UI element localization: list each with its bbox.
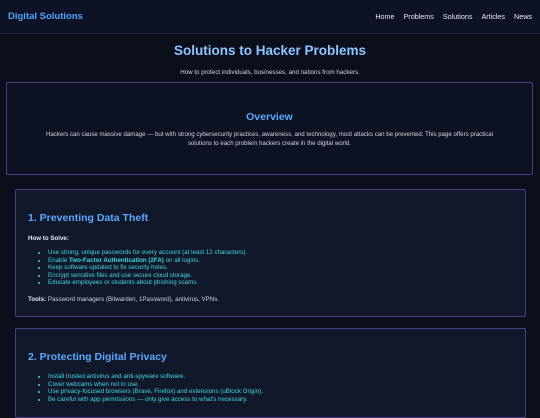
list-item: Educate employees or students about phis… bbox=[48, 279, 513, 287]
twofa-emphasis: Two-Factor Authentication (2FA) bbox=[69, 256, 164, 264]
section-card-data-theft: 1. Preventing Data Theft How to Solve: U… bbox=[15, 189, 526, 317]
overview-text: Hackers can cause massive damage — but w… bbox=[45, 131, 494, 147]
nav-link-problems[interactable]: Problems bbox=[404, 12, 434, 21]
list-item: Use strong, unique passwords for every a… bbox=[48, 249, 513, 257]
overview-heading: Overview bbox=[246, 111, 293, 123]
list-item: Cover webcams when not in use. bbox=[48, 381, 513, 389]
tools-line: Tools: Password managers (Bitwarden, 1Pa… bbox=[28, 296, 513, 303]
nav-link-articles[interactable]: Articles bbox=[481, 12, 505, 21]
top-navbar: Digital Solutions Home Problems Solution… bbox=[0, 0, 540, 34]
page-title: Solutions to Hacker Problems bbox=[173, 43, 367, 58]
list-item: Use privacy-focused browsers (Brave, Fir… bbox=[48, 388, 513, 396]
overview-box: Overview Hackers can cause massive damag… bbox=[6, 82, 533, 175]
nav-link-news[interactable]: News bbox=[514, 12, 532, 21]
list-item: Enable Two-Factor Authentication (2FA) o… bbox=[48, 257, 513, 265]
section-heading: 1. Preventing Data Theft bbox=[28, 212, 149, 224]
nav-links: Home Problems Solutions Articles News bbox=[375, 12, 532, 21]
solution-list: Use strong, unique passwords for every a… bbox=[28, 249, 513, 287]
nav-link-solutions[interactable]: Solutions bbox=[443, 12, 473, 21]
nav-link-home[interactable]: Home bbox=[375, 12, 394, 21]
solution-list: Install trusted antivirus and anti-spywa… bbox=[28, 373, 513, 403]
tools-text: Password managers (Bitwarden, 1Password)… bbox=[46, 295, 220, 303]
tools-label: Tools: bbox=[28, 295, 47, 303]
brand-logo[interactable]: Digital Solutions bbox=[8, 11, 83, 22]
list-item: Encrypt sensitive files and use secure c… bbox=[48, 272, 513, 280]
list-item: Keep software updated to fix security ho… bbox=[48, 264, 513, 272]
hero: Solutions to Hacker Problems How to prot… bbox=[0, 34, 540, 76]
list-item: Be careful with app permissions — only g… bbox=[48, 396, 513, 404]
how-to-label: How to Solve: bbox=[28, 235, 69, 242]
section-heading: 2. Protecting Digital Privacy bbox=[28, 351, 167, 363]
list-item: Install trusted antivirus and anti-spywa… bbox=[48, 373, 513, 381]
page-subtitle: How to protect individuals, businesses, … bbox=[180, 69, 360, 76]
